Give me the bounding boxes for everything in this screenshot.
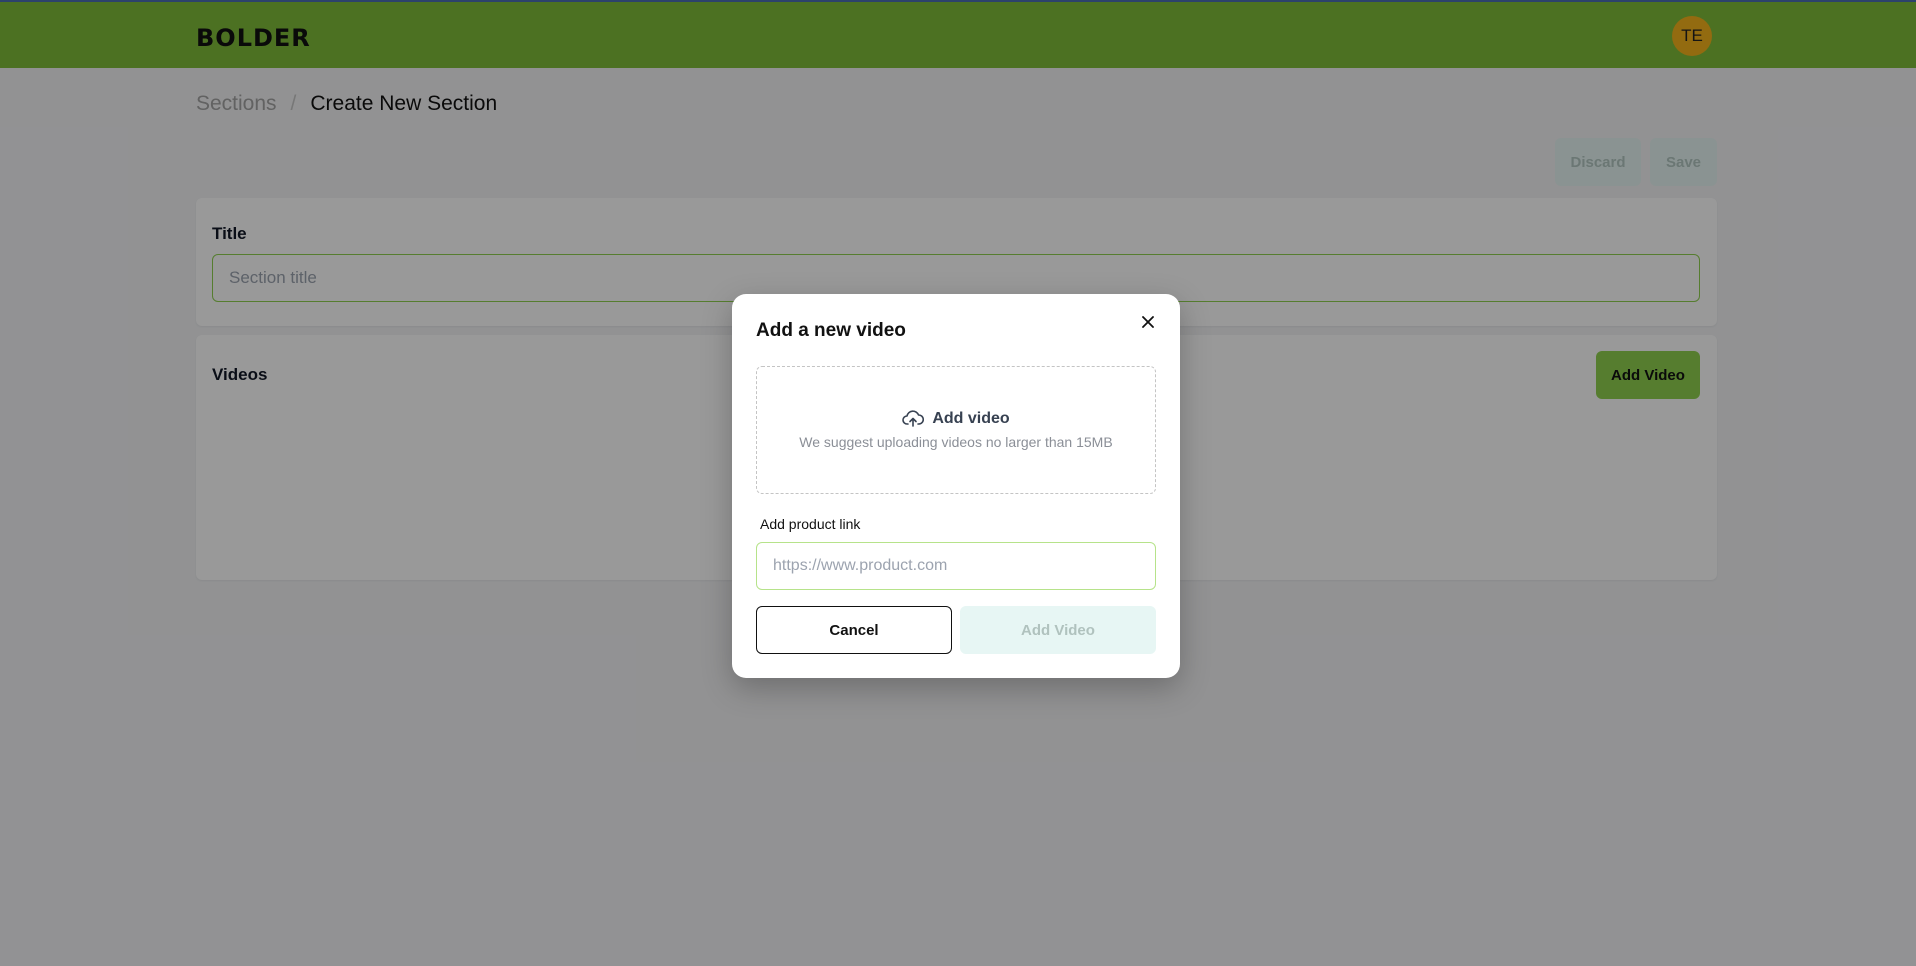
dropzone-heading: Add video bbox=[932, 410, 1010, 427]
product-link-input[interactable] bbox=[756, 542, 1156, 590]
product-link-label: Add product link bbox=[760, 516, 861, 532]
add-video-modal: Add a new video Add video We suggest upl… bbox=[732, 294, 1180, 678]
close-modal-button[interactable] bbox=[1136, 310, 1160, 334]
cloud-upload-icon bbox=[902, 410, 925, 427]
dropzone-hint: We suggest uploading videos no larger th… bbox=[799, 434, 1113, 450]
modal-add-video-button[interactable]: Add Video bbox=[960, 606, 1156, 654]
video-dropzone[interactable]: Add video We suggest uploading videos no… bbox=[756, 366, 1156, 494]
modal-title: Add a new video bbox=[756, 320, 906, 341]
close-icon bbox=[1142, 316, 1154, 328]
dropzone-heading-row: Add video bbox=[902, 410, 1010, 428]
cancel-button[interactable]: Cancel bbox=[756, 606, 952, 654]
